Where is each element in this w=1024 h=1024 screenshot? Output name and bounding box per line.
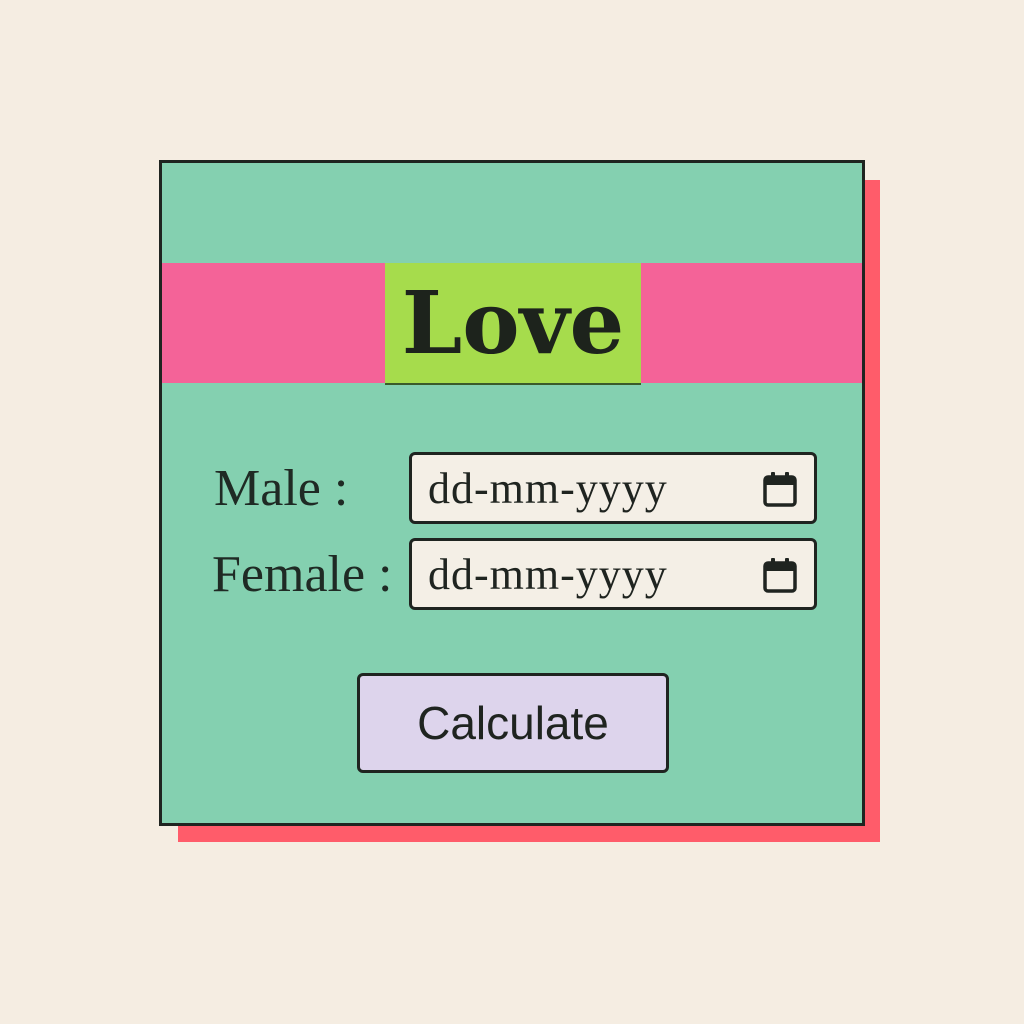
male-label: Male : [214,460,349,517]
female-label: Female : [212,546,393,603]
calendar-icon[interactable] [760,555,800,595]
title-box: Love [385,263,641,385]
calendar-icon[interactable] [760,469,800,509]
page: Love Male : dd-mm-yyyy Female : dd-mm-yy… [0,0,1024,1024]
calculate-button-label: Calculate [417,697,609,749]
page-title: Love [401,273,625,374]
female-date-input[interactable]: dd-mm-yyyy [409,538,817,610]
male-date-input[interactable]: dd-mm-yyyy [409,452,817,524]
male-date-placeholder: dd-mm-yyyy [428,464,668,513]
love-calculator-card: Love Male : dd-mm-yyyy Female : dd-mm-yy… [159,160,865,826]
female-date-placeholder: dd-mm-yyyy [428,550,668,599]
calculate-button[interactable]: Calculate [357,673,669,773]
